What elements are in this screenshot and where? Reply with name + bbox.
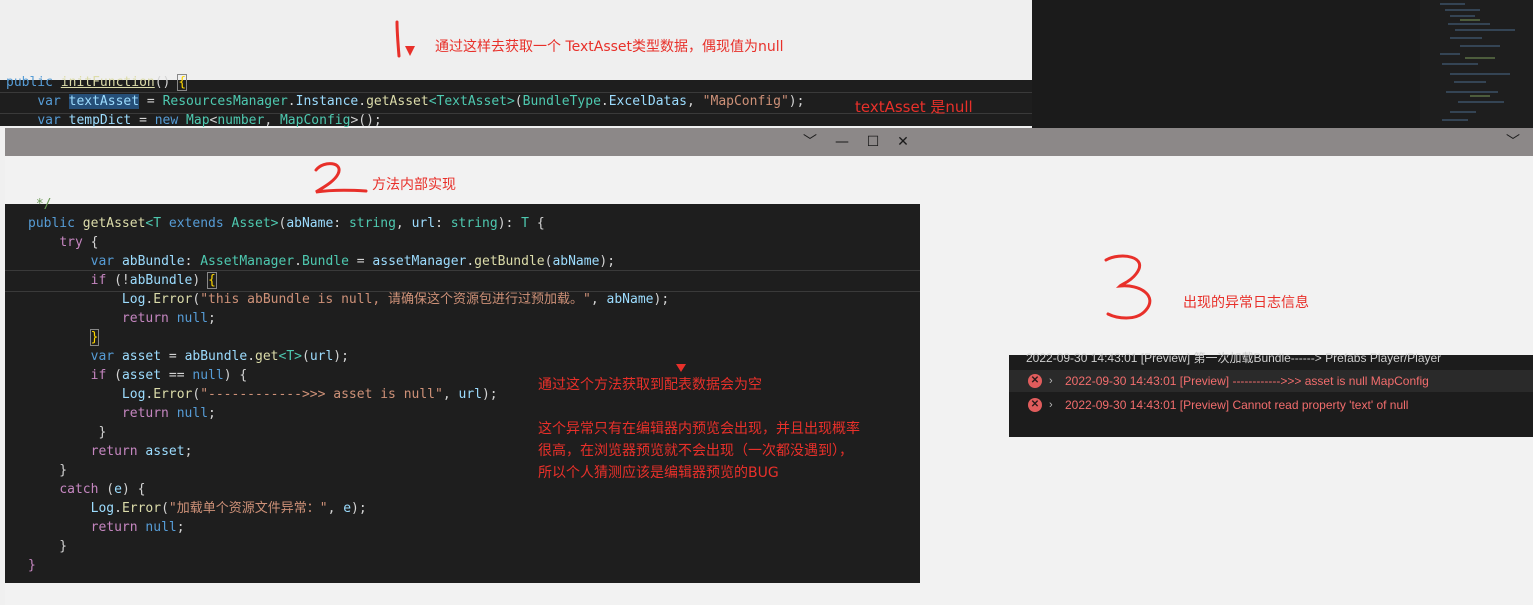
editor-note-line3: 所以个人猜测应该是编辑器预览的BUG — [538, 465, 779, 481]
code-line: var asset = abBundle.get<T>(url); — [90, 349, 349, 364]
log-row-error[interactable]: ✕ › 2022-09-30 14:43:01 [Preview] ------… — [1009, 370, 1533, 392]
log-row-info[interactable]: 2022-09-30 14:43:01 [Preview] 第一次加载Bundl… — [1009, 347, 1533, 369]
close-button[interactable]: ✕ — [888, 128, 918, 156]
minimize-button[interactable]: — — [827, 128, 857, 156]
error-icon: ✕ — [1028, 398, 1042, 412]
textasset-null-note: textAsset 是null — [855, 98, 973, 116]
dropdown-icon[interactable]: ﹀ — [1498, 128, 1528, 156]
code-line: return null; — [121, 406, 216, 421]
code-line: if (asset == null) { — [90, 368, 248, 383]
step2-note: 方法内部实现 — [372, 177, 456, 193]
window-titlebar: ﹀ — [920, 128, 1533, 156]
log-message: 2022-09-30 14:43:01 [Preview] ----------… — [1065, 374, 1429, 388]
code-line: return asset; — [90, 444, 193, 459]
code-line: Log.Error("this abBundle is null, 请确保这个资… — [121, 292, 670, 307]
main-code-editor: */ public getAsset<T extends Asset>(abNa… — [5, 197, 920, 583]
code-line: */ — [28, 197, 52, 212]
top-code-editor: public initFunction() { var textAsset = … — [0, 74, 1032, 128]
error-icon: ✕ — [1028, 374, 1042, 388]
chevron-right-icon[interactable]: › — [1049, 370, 1053, 392]
code-line: } — [28, 539, 68, 554]
editor-note-line1: 这个异常只有在编辑器内预览会出现，并且出现概率 — [538, 421, 860, 437]
dropdown-icon[interactable]: ﹀ — [795, 128, 825, 156]
console-log-panel: 2022-09-30 14:43:01 [Preview] 第一次加载Bundl… — [1009, 351, 1533, 437]
handwritten-two-mark — [314, 162, 368, 194]
code-line: return null; — [121, 311, 216, 326]
empty-config-note: 通过这个方法获取到配表数据会为空 — [538, 377, 762, 393]
log-row-error[interactable]: ✕ › 2022-09-30 14:43:01 [Preview] Cannot… — [1009, 394, 1533, 416]
chevron-right-icon[interactable]: › — [1049, 394, 1053, 416]
code-minimap — [1420, 0, 1533, 128]
step3-note: 出现的异常日志信息 — [1183, 295, 1309, 311]
handwritten-three-mark — [1104, 254, 1152, 320]
window-titlebar: ﹀ — ☐ ✕ — [5, 128, 920, 156]
step1-note: 通过这样去获取一个 TextAsset类型数据，偶现值为null — [435, 39, 784, 55]
code-line: } — [28, 425, 107, 440]
code-line: public initFunction() { — [6, 74, 188, 91]
handwritten-one-mark — [395, 20, 415, 58]
minimap-lines — [1440, 3, 1515, 121]
code-line: var textAsset = ResourcesManager.Instanc… — [37, 94, 805, 109]
code-line: } — [28, 558, 36, 573]
code-line: try { — [59, 235, 99, 250]
code-line: } — [28, 463, 68, 478]
code-line: Log.Error("加载单个资源文件异常：", e); — [90, 501, 367, 516]
code-line: var abBundle: AssetManager.Bundle = asse… — [90, 254, 616, 269]
code-line: Log.Error("------------>>> asset is null… — [121, 387, 498, 402]
code-line: return null; — [90, 520, 185, 535]
code-line: public getAsset<T extends Asset>(abName:… — [28, 216, 545, 231]
arrow-marker — [676, 364, 686, 372]
editor-note-line2: 很高，在浏览器预览就不会出现（一次都没遇到）， — [538, 443, 853, 459]
code-line: } — [89, 329, 100, 346]
log-message: 2022-09-30 14:43:01 [Preview] Cannot rea… — [1065, 398, 1409, 412]
code-line: if (!abBundle) { — [90, 272, 217, 289]
maximize-button[interactable]: ☐ — [858, 128, 888, 156]
code-line: catch (e) { — [59, 482, 146, 497]
